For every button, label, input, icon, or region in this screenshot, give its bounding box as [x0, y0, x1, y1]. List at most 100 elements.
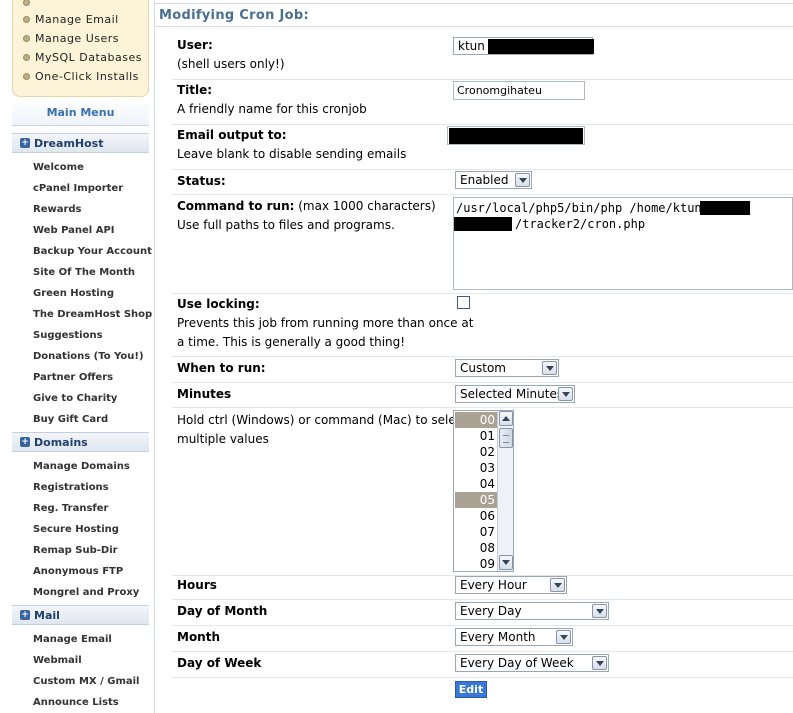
user-label: User: [177, 38, 213, 52]
minute-option-06[interactable]: 06 [455, 508, 498, 524]
section-header-mail[interactable]: + Mail [12, 605, 149, 625]
menu-link-buy-gift-card[interactable]: Buy Gift Card [33, 413, 108, 427]
minute-option-03[interactable]: 03 [455, 460, 498, 476]
command-label-text: Command to run: [177, 199, 295, 213]
locking-label: Use locking: [177, 297, 260, 311]
menu-link-partner-offers[interactable]: Partner Offers [33, 371, 113, 385]
menu-link-mongrel-proxy[interactable]: Mongrel and Proxy [33, 586, 139, 600]
section-title: Domains [34, 435, 88, 449]
day-of-month-select[interactable]: Every Day [455, 602, 609, 620]
minute-option-09[interactable]: 09 [455, 556, 498, 571]
quick-link-manage-users[interactable]: Manage Users [23, 30, 119, 46]
menu-link-manage-domains[interactable]: Manage Domains [33, 460, 130, 474]
quick-link-partial[interactable] [23, 0, 35, 10]
menu-link-reg-transfer[interactable]: Reg. Transfer [33, 502, 108, 516]
day-of-week-select-value: Every Day of Week [460, 656, 574, 670]
quick-link-mysql[interactable]: MySQL Databases [23, 49, 142, 65]
title-hint: A friendly name for this cronjob [177, 102, 367, 116]
divider [155, 3, 793, 4]
minute-option-04[interactable]: 04 [455, 476, 498, 492]
menu-link-anonymous-ftp[interactable]: Anonymous FTP [33, 565, 123, 579]
quick-link-label: Manage Email [35, 12, 119, 26]
status-label: Status: [177, 174, 226, 188]
quick-link-label: One-Click Installs [35, 69, 139, 83]
menu-link-donations[interactable]: Donations (To You!) [33, 350, 144, 364]
menu-link-custom-mx[interactable]: Custom MX / Gmail [33, 675, 139, 689]
minute-option-07[interactable]: 07 [455, 524, 498, 540]
menu-link-rewards[interactable]: Rewards [33, 203, 82, 217]
day-of-week-select[interactable]: Every Day of Week [455, 654, 609, 672]
menu-link-remap-sub-dir[interactable]: Remap Sub-Dir [33, 544, 118, 558]
day-of-month-label: Day of Month [177, 604, 268, 618]
bullet-icon [23, 72, 30, 80]
status-select-value: Enabled [460, 173, 509, 187]
month-select[interactable]: Every Month [455, 628, 573, 646]
menu-link-green-hosting[interactable]: Green Hosting [33, 287, 114, 301]
row-divider [172, 382, 793, 383]
day-of-week-label: Day of Week [177, 656, 262, 670]
section-header-dreamhost[interactable]: + DreamHost [12, 133, 149, 153]
chevron-down-icon [542, 361, 557, 375]
section-title: Mail [34, 608, 60, 622]
minutes-listbox[interactable]: 00 01 02 03 04 05 06 07 08 09 [453, 410, 514, 572]
scroll-up-icon[interactable] [499, 411, 513, 426]
locking-checkbox[interactable] [457, 296, 470, 309]
title-input[interactable]: Cronomgihateu [453, 81, 585, 100]
page-title: Modifying Cron Job: [159, 8, 309, 23]
menu-link-webmail[interactable]: Webmail [33, 654, 82, 668]
chevron-down-icon [556, 630, 571, 644]
row-divider [172, 79, 793, 80]
menu-link-suggestions[interactable]: Suggestions [33, 329, 103, 343]
bullet-icon [23, 34, 30, 42]
email-label: Email output to: [177, 128, 287, 142]
minute-option-00[interactable]: 00 [455, 412, 498, 428]
scroll-down-icon[interactable] [499, 555, 513, 570]
menu-link-give-to-charity[interactable]: Give to Charity [33, 392, 117, 406]
chevron-down-icon [515, 173, 530, 187]
row-divider [172, 169, 793, 170]
menu-link-announce-lists[interactable]: Announce Lists [33, 696, 119, 710]
edit-button[interactable]: Edit [455, 681, 487, 698]
row-divider [172, 651, 793, 652]
menu-link-web-panel-api[interactable]: Web Panel API [33, 224, 115, 238]
chevron-down-icon [592, 656, 607, 670]
minute-option-01[interactable]: 01 [455, 428, 498, 444]
menu-link-manage-email[interactable]: Manage Email [33, 633, 112, 647]
menu-link-cpanel-importer[interactable]: cPanel Importer [33, 182, 123, 196]
row-divider [172, 407, 793, 408]
minute-option-08[interactable]: 08 [455, 540, 498, 556]
redaction-bar [488, 39, 594, 54]
minute-option-02[interactable]: 02 [455, 444, 498, 460]
minute-option-05[interactable]: 05 [455, 492, 498, 508]
menu-link-welcome[interactable]: Welcome [33, 161, 84, 175]
menu-link-shop[interactable]: The DreamHost Shop [33, 308, 152, 322]
menu-link-registrations[interactable]: Registrations [33, 481, 109, 495]
day-of-month-select-value: Every Day [460, 604, 522, 618]
quick-link-one-click[interactable]: One-Click Installs [23, 68, 139, 84]
minutes-select[interactable]: Selected Minutes [455, 385, 575, 403]
redaction-bar [700, 201, 750, 215]
main-content: Modifying Cron Job: User: (shell users o… [155, 0, 793, 713]
when-select[interactable]: Custom [455, 359, 559, 377]
status-select[interactable]: Enabled [455, 171, 532, 189]
main-menu-header[interactable]: Main Menu [12, 100, 149, 126]
hours-select-value: Every Hour [460, 578, 527, 592]
sidebar: Manage Email Manage Users MySQL Database… [0, 0, 155, 713]
locking-hint-line-1: Prevents this job from running more than… [177, 316, 474, 330]
row-divider [172, 677, 793, 678]
month-label: Month [177, 630, 221, 644]
hours-select[interactable]: Every Hour [455, 576, 567, 594]
menu-link-site-of-month[interactable]: Site Of The Month [33, 266, 135, 280]
quick-link-label: Manage Users [35, 31, 119, 45]
quick-link-manage-email[interactable]: Manage Email [23, 11, 119, 27]
row-divider [172, 293, 793, 294]
menu-link-backup[interactable]: Backup Your Account [33, 245, 152, 259]
quick-links-box: Manage Email Manage Users MySQL Database… [12, 0, 149, 97]
minutes-hint-line-2: multiple values [177, 432, 269, 446]
row-divider [172, 625, 793, 626]
listbox-scrollbar[interactable] [497, 411, 513, 571]
scroll-thumb[interactable] [499, 428, 513, 448]
section-title: DreamHost [34, 136, 104, 150]
section-header-domains[interactable]: + Domains [12, 432, 149, 452]
menu-link-secure-hosting[interactable]: Secure Hosting [33, 523, 119, 537]
